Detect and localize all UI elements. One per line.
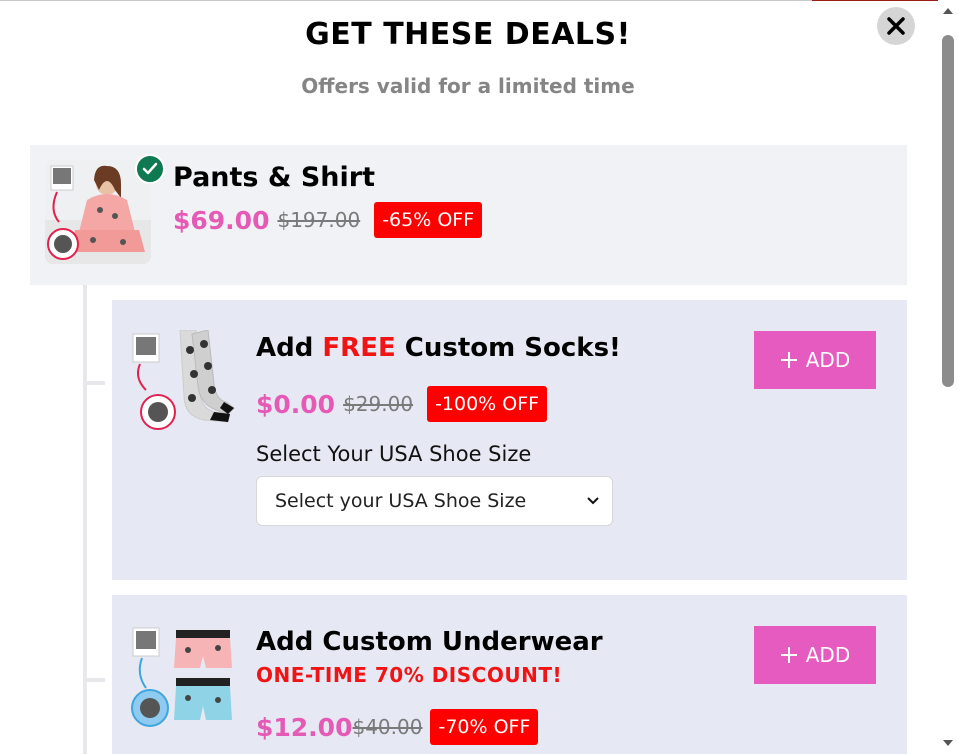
- socks-discount-badge: -100% OFF: [427, 386, 548, 422]
- underwear-add-label: ADD: [805, 643, 851, 667]
- shoe-size-select[interactable]: Select your USA Shoe Size: [256, 476, 613, 526]
- selected-check-badge: [135, 154, 165, 184]
- shoe-size-label: Select Your USA Shoe Size: [256, 442, 532, 466]
- socks-add-button[interactable]: ADD: [754, 331, 876, 389]
- pajama-product-image: [45, 160, 151, 264]
- main-product-price-row: $69.00 $197.00 -65% OFF: [173, 202, 483, 238]
- plus-icon: [780, 647, 797, 663]
- socks-price: $0.00: [256, 389, 336, 419]
- main-product-old-price: $197.00: [277, 208, 361, 232]
- socks-product-image: [130, 329, 236, 434]
- modal-subtitle: Offers valid for a limited time: [301, 74, 635, 98]
- close-button[interactable]: [877, 7, 915, 45]
- socks-title-suffix: Custom Socks!: [395, 333, 621, 363]
- underwear-price: $12.00: [256, 712, 353, 742]
- underwear-price-row: $12.00 $40.00 -70% OFF: [256, 709, 539, 745]
- close-icon: [887, 17, 905, 35]
- socks-title-prefix: Add: [256, 333, 323, 363]
- check-icon: [142, 162, 158, 175]
- addon-tree-branch: [83, 381, 105, 385]
- underwear-promo-text: ONE-TIME 70% DISCOUNT!: [256, 663, 563, 687]
- socks-title-free: FREE: [322, 333, 396, 363]
- underwear-add-button[interactable]: ADD: [754, 626, 876, 684]
- plus-icon: [780, 352, 797, 368]
- chevron-down-icon: [587, 497, 599, 505]
- socks-addon-title: Add FREE Custom Socks!: [256, 333, 621, 363]
- shoe-size-select-value: Select your USA Shoe Size: [275, 490, 527, 512]
- top-border-accent: [812, 0, 958, 1]
- underwear-addon-title: Add Custom Underwear: [256, 627, 603, 657]
- addon-tree-line: [83, 285, 87, 754]
- main-product-price: $69.00: [173, 205, 270, 235]
- addon-tree-branch: [83, 678, 105, 682]
- scroll-up-arrow-icon[interactable]: [942, 6, 954, 16]
- main-product-name: Pants & Shirt: [173, 162, 375, 193]
- scroll-down-arrow-icon[interactable]: [942, 738, 954, 748]
- underwear-product-image: [130, 626, 236, 730]
- modal-title: GET THESE DEALS!: [305, 17, 631, 52]
- socks-price-row: $0.00 $29.00 -100% OFF: [256, 386, 548, 422]
- socks-add-label: ADD: [805, 348, 851, 372]
- main-product-discount-badge: -65% OFF: [374, 202, 483, 238]
- underwear-old-price: $40.00: [352, 715, 423, 739]
- socks-old-price: $29.00: [343, 392, 414, 416]
- underwear-discount-badge: -70% OFF: [430, 709, 539, 745]
- scrollbar-thumb[interactable]: [942, 35, 954, 387]
